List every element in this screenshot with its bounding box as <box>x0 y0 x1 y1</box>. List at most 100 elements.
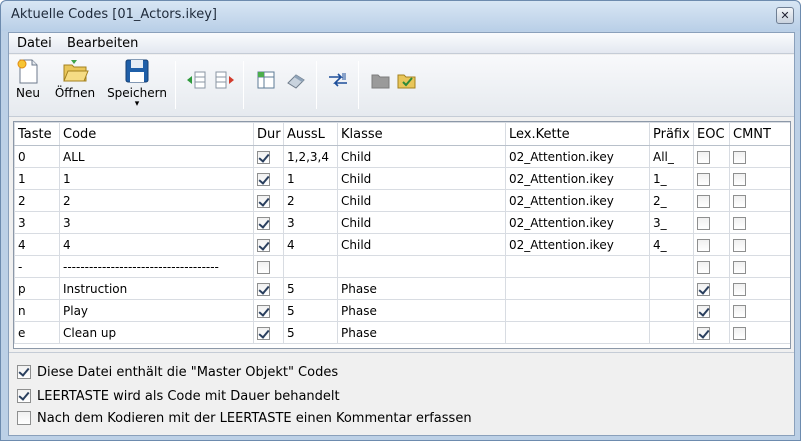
cmnt-checkbox[interactable] <box>733 172 746 186</box>
cell-praefix[interactable]: 1_ <box>649 167 694 190</box>
cell-dur[interactable] <box>253 189 284 212</box>
column-header-taste[interactable]: Taste <box>14 122 60 146</box>
cell-taste[interactable]: 4 <box>14 233 60 256</box>
close-button[interactable]: ✕ <box>776 7 794 24</box>
cell-code[interactable]: ------------------------------------ <box>59 255 254 278</box>
cell-klasse[interactable]: Phase <box>337 277 506 300</box>
cell-klasse[interactable]: Child <box>337 233 506 256</box>
new-button[interactable]: Neu <box>13 57 43 100</box>
cell-eoc[interactable] <box>693 321 730 344</box>
dur-checkbox[interactable] <box>257 282 270 296</box>
cell-dur[interactable] <box>253 321 284 344</box>
dur-checkbox[interactable] <box>257 326 270 340</box>
cmnt-checkbox[interactable] <box>733 238 746 252</box>
table-row[interactable]: 0 ALL 1,2,3,4 Child 02_Attention.ikey All_ <box>14 145 790 168</box>
cell-aussl[interactable]: 5 <box>283 299 338 322</box>
cell-klasse[interactable]: Child <box>337 167 506 190</box>
option-checkbox[interactable] <box>17 411 31 425</box>
cell-klasse[interactable]: Child <box>337 189 506 212</box>
open-button[interactable]: Öffnen <box>53 57 97 100</box>
option-1[interactable]: Diese Datei enthält die "Master Objekt" … <box>17 363 338 381</box>
option-checkbox[interactable] <box>17 365 31 379</box>
cell-klasse[interactable]: Child <box>337 211 506 234</box>
cell-lex[interactable]: 02_Attention.ikey <box>505 145 650 168</box>
cell-code[interactable]: 3 <box>59 211 254 234</box>
cell-dur[interactable] <box>253 233 284 256</box>
eoc-checkbox[interactable] <box>697 326 710 340</box>
cell-taste[interactable]: 3 <box>14 211 60 234</box>
cell-code[interactable]: Clean up <box>59 321 254 344</box>
cell-code[interactable]: 1 <box>59 167 254 190</box>
cell-praefix[interactable]: 3_ <box>649 211 694 234</box>
cell-dur[interactable] <box>253 145 284 168</box>
cell-lex[interactable]: 02_Attention.ikey <box>505 167 650 190</box>
title-bar[interactable]: Aktuelle Codes [01_Actors.ikey] ✕ <box>1 1 800 31</box>
cell-lex[interactable]: 02_Attention.ikey <box>505 233 650 256</box>
cell-taste[interactable]: - <box>14 255 60 278</box>
table-row[interactable]: e Clean up 5 Phase <box>14 321 790 344</box>
cell-eoc[interactable] <box>693 189 730 212</box>
cell-lex[interactable]: 02_Attention.ikey <box>505 211 650 234</box>
cell-code[interactable]: Instruction <box>59 277 254 300</box>
column-header-eoc[interactable]: EOC <box>693 122 730 146</box>
cell-praefix[interactable] <box>649 277 694 300</box>
eoc-checkbox[interactable] <box>697 172 710 186</box>
cell-lex[interactable] <box>505 277 650 300</box>
cell-cmnt[interactable] <box>729 145 790 168</box>
cell-aussl[interactable] <box>283 255 338 278</box>
column-header-dur[interactable]: Dur <box>253 122 284 146</box>
eoc-checkbox[interactable] <box>697 260 710 274</box>
table-row[interactable]: 1 1 1 Child 02_Attention.ikey 1_ <box>14 167 790 190</box>
cell-eoc[interactable] <box>693 145 730 168</box>
cell-praefix[interactable] <box>649 321 694 344</box>
save-button[interactable]: Speichern ▾ <box>106 57 168 109</box>
cell-aussl[interactable]: 1 <box>283 167 338 190</box>
cmnt-checkbox[interactable] <box>733 282 746 296</box>
eoc-checkbox[interactable] <box>697 304 710 318</box>
column-header-aussl[interactable]: AussL <box>283 122 338 146</box>
cell-aussl[interactable]: 5 <box>283 321 338 344</box>
eoc-checkbox[interactable] <box>697 216 710 230</box>
cell-taste[interactable]: 1 <box>14 167 60 190</box>
cell-aussl[interactable]: 3 <box>283 211 338 234</box>
menu-bearbeiten[interactable]: Bearbeiten <box>67 36 138 51</box>
save-dropdown-arrow-icon[interactable]: ▾ <box>106 100 168 109</box>
cell-code[interactable]: ALL <box>59 145 254 168</box>
cell-praefix[interactable] <box>649 255 694 278</box>
cell-code[interactable]: 4 <box>59 233 254 256</box>
cell-cmnt[interactable] <box>729 211 790 234</box>
dur-checkbox[interactable] <box>257 150 270 164</box>
cell-dur[interactable] <box>253 299 284 322</box>
cell-eoc[interactable] <box>693 277 730 300</box>
column-header-praefix[interactable]: Präfix <box>649 122 694 146</box>
cell-taste[interactable]: p <box>14 277 60 300</box>
table-row[interactable]: 3 3 3 Child 02_Attention.ikey 3_ <box>14 211 790 234</box>
cell-cmnt[interactable] <box>729 189 790 212</box>
cell-cmnt[interactable] <box>729 277 790 300</box>
cmnt-checkbox[interactable] <box>733 150 746 164</box>
cell-lex[interactable] <box>505 321 650 344</box>
cell-eoc[interactable] <box>693 255 730 278</box>
cell-cmnt[interactable] <box>729 321 790 344</box>
cell-klasse[interactable]: Phase <box>337 299 506 322</box>
option-2[interactable]: LEERTASTE wird als Code mit Dauer behand… <box>17 387 340 405</box>
cell-klasse[interactable]: Child <box>337 145 506 168</box>
dur-checkbox[interactable] <box>257 238 270 252</box>
cmnt-checkbox[interactable] <box>733 260 746 274</box>
dur-checkbox[interactable] <box>257 260 270 274</box>
cell-eoc[interactable] <box>693 167 730 190</box>
cell-praefix[interactable] <box>649 299 694 322</box>
cell-eoc[interactable] <box>693 299 730 322</box>
eoc-checkbox[interactable] <box>697 238 710 252</box>
cell-cmnt[interactable] <box>729 255 790 278</box>
column-header-cmnt[interactable]: CMNT <box>729 122 790 146</box>
insert-row-right-icon[interactable] <box>214 69 236 91</box>
cell-eoc[interactable] <box>693 211 730 234</box>
column-header-klasse[interactable]: Klasse <box>337 122 506 146</box>
cell-code[interactable]: 2 <box>59 189 254 212</box>
cell-eoc[interactable] <box>693 233 730 256</box>
dur-checkbox[interactable] <box>257 194 270 208</box>
option-checkbox[interactable] <box>17 389 31 403</box>
eraser-icon[interactable] <box>285 69 307 91</box>
cell-klasse[interactable] <box>337 255 506 278</box>
